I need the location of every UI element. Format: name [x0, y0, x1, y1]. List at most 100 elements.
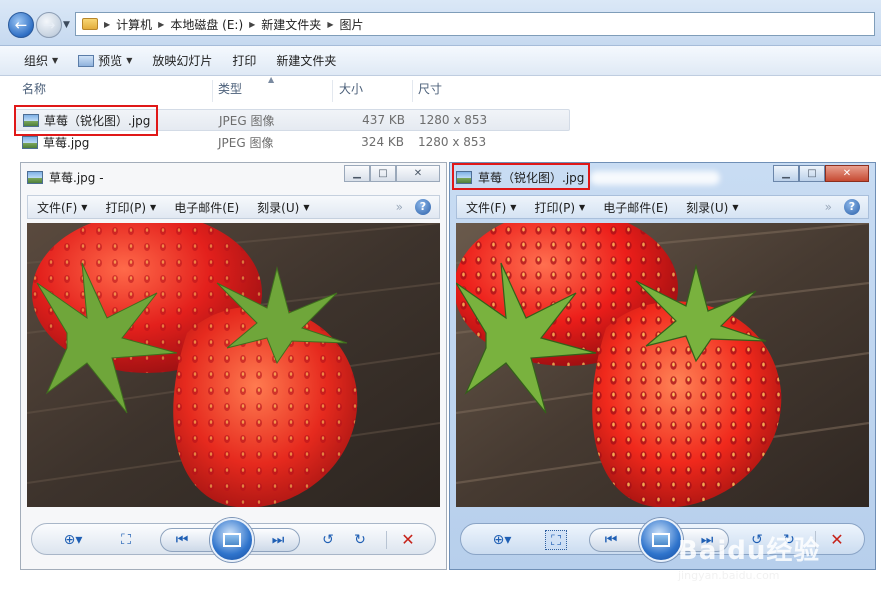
- maximize-button[interactable]: □: [370, 165, 396, 182]
- preview-label: 预览: [98, 54, 123, 68]
- forward-button[interactable]: →: [36, 12, 62, 38]
- divider: [386, 531, 387, 549]
- menu-burn[interactable]: 刻录(U) ▼: [248, 199, 318, 216]
- column-header-size[interactable]: 大小: [339, 80, 363, 100]
- photo-strawberry-sharpened: [456, 223, 869, 507]
- column-divider[interactable]: [332, 80, 333, 102]
- chevron-down-icon: ▼: [150, 202, 157, 212]
- help-icon[interactable]: ?: [844, 199, 860, 215]
- file-size: 437 KB: [362, 113, 405, 127]
- baidu-jingyan-watermark: Baidu经验 jingyan.baidu.com: [678, 530, 868, 600]
- photo-viewer-window-sharpened[interactable]: 草莓（锐化图）.jpg ▁ □ ✕ 文件(F) ▼ 打印(P) ▼ 电子邮件(E) …: [449, 162, 876, 570]
- strawberry-image-sharpened: [456, 223, 869, 507]
- chevron-right-icon[interactable]: ▶: [104, 20, 110, 29]
- highlight-box-window-title: [452, 163, 590, 190]
- breadcrumb-pictures[interactable]: 图片: [339, 16, 363, 33]
- viewer-menu-bar: 文件(F) ▼ 打印(P) ▼ 电子邮件(E) 刻录(U) ▼ » ?: [456, 195, 869, 219]
- command-bar: 组织 ▼ 预览 ▼ 放映幻灯片 打印 新建文件夹: [0, 46, 881, 76]
- menu-email-label: 电子邮件(E): [174, 200, 240, 215]
- new-folder-button[interactable]: 新建文件夹: [266, 49, 346, 73]
- column-divider[interactable]: [412, 80, 413, 102]
- breadcrumb-drive-e[interactable]: 本地磁盘 (E:): [170, 16, 243, 33]
- menu-email[interactable]: 电子邮件(E): [594, 199, 677, 216]
- viewer-menu-bar: 文件(F) ▼ 打印(P) ▼ 电子邮件(E) 刻录(U) ▼ » ?: [27, 195, 440, 219]
- slideshow-button[interactable]: [639, 518, 683, 562]
- menu-email-label: 电子邮件(E): [603, 200, 669, 215]
- photo-viewer-window-original[interactable]: 草莓.jpg - ▁ □ ✕ 文件(F) ▼ 打印(P) ▼ 电子邮件(E) 刻录(…: [20, 162, 447, 570]
- breadcrumb-new-folder[interactable]: 新建文件夹: [261, 16, 321, 33]
- menu-print[interactable]: 打印(P) ▼: [525, 199, 594, 216]
- breadcrumb-computer[interactable]: 计算机: [116, 16, 152, 33]
- highlight-box-selected-file: [14, 105, 158, 136]
- menu-file-label: 文件(F): [37, 200, 78, 215]
- column-header-dimensions[interactable]: 尺寸: [418, 80, 442, 100]
- chevron-down-icon: ▼: [579, 202, 586, 212]
- chevron-down-icon: ▼: [510, 202, 517, 212]
- next-icon[interactable]: ⏭: [268, 530, 288, 550]
- slideshow-label: 放映幻灯片: [152, 54, 213, 68]
- menu-print[interactable]: 打印(P) ▼: [96, 199, 165, 216]
- folder-icon: [82, 18, 98, 30]
- menu-burn[interactable]: 刻录(U) ▼: [677, 199, 747, 216]
- minimize-button[interactable]: ▁: [773, 165, 799, 182]
- fit-window-icon[interactable]: ⛶: [116, 530, 136, 550]
- blurred-title-region: [590, 171, 720, 185]
- slideshow-button[interactable]: 放映幻灯片: [142, 49, 222, 73]
- delete-icon[interactable]: ✕: [398, 530, 418, 550]
- address-box[interactable]: ▶ 计算机 ▶ 本地磁盘 (E:) ▶ 新建文件夹 ▶ 图片: [75, 12, 875, 36]
- more-chevron-icon[interactable]: »: [396, 200, 403, 214]
- menu-file[interactable]: 文件(F) ▼: [457, 199, 525, 216]
- new-folder-label: 新建文件夹: [276, 54, 337, 68]
- preview-button[interactable]: 预览 ▼: [68, 49, 142, 73]
- file-size: 324 KB: [361, 135, 404, 149]
- minimize-button[interactable]: ▁: [344, 165, 370, 182]
- chevron-right-icon[interactable]: ▶: [158, 20, 164, 29]
- window-title: 草莓.jpg -: [27, 169, 104, 186]
- recent-pages-dropdown[interactable]: ▼: [63, 20, 70, 30]
- slideshow-button[interactable]: [210, 518, 254, 562]
- file-name: 草莓.jpg: [43, 135, 90, 150]
- image-file-icon: [22, 135, 38, 149]
- preview-icon: [78, 54, 95, 67]
- file-name-cell: 草莓.jpg: [22, 134, 89, 151]
- more-chevron-icon[interactable]: »: [825, 200, 832, 214]
- viewer-controls: ⊕▾ ⛶ ⏮ ⏭ ↺ ↻ ✕: [31, 518, 436, 562]
- window-controls: ▁ □ ✕: [344, 165, 440, 182]
- address-bar-area: ← → ▼ ▶ 计算机 ▶ 本地磁盘 (E:) ▶ 新建文件夹 ▶ 图片: [0, 0, 881, 46]
- chevron-down-icon: ▼: [81, 202, 88, 212]
- menu-email[interactable]: 电子邮件(E): [165, 199, 248, 216]
- help-icon[interactable]: ?: [415, 199, 431, 215]
- fit-window-icon[interactable]: ⛶: [545, 530, 567, 550]
- menu-file[interactable]: 文件(F) ▼: [28, 199, 96, 216]
- previous-icon[interactable]: ⏮: [172, 530, 192, 550]
- menu-file-label: 文件(F): [466, 200, 507, 215]
- zoom-icon[interactable]: ⊕▾: [58, 530, 88, 550]
- file-type: JPEG 图像: [219, 113, 275, 128]
- rotate-left-icon[interactable]: ↺: [318, 530, 338, 550]
- print-button[interactable]: 打印: [222, 49, 266, 73]
- chevron-right-icon[interactable]: ▶: [327, 20, 333, 29]
- column-divider[interactable]: [212, 80, 213, 102]
- close-button[interactable]: ✕: [396, 165, 440, 182]
- organize-button[interactable]: 组织 ▼: [14, 49, 68, 73]
- rotate-right-icon[interactable]: ↻: [350, 530, 370, 550]
- close-button[interactable]: ✕: [825, 165, 869, 182]
- chevron-right-icon[interactable]: ▶: [249, 20, 255, 29]
- column-header-type[interactable]: 类型: [218, 80, 242, 100]
- file-dimensions: 1280 x 853: [418, 135, 487, 149]
- watermark-brand: Baidu经验: [678, 536, 821, 566]
- window-title-text: 草莓.jpg -: [49, 171, 104, 185]
- zoom-icon[interactable]: ⊕▾: [487, 530, 517, 550]
- menu-burn-label: 刻录(U): [257, 200, 300, 215]
- previous-icon[interactable]: ⏮: [601, 530, 621, 550]
- image-file-icon: [27, 171, 43, 184]
- chevron-down-icon: ▼: [303, 202, 310, 212]
- back-button[interactable]: ←: [8, 12, 34, 38]
- maximize-button[interactable]: □: [799, 165, 825, 182]
- column-header-name[interactable]: 名称: [22, 80, 46, 100]
- strawberry-image: [27, 223, 440, 507]
- chevron-down-icon: ▼: [52, 56, 59, 65]
- menu-print-label: 打印(P): [105, 200, 147, 215]
- slideshow-screen-icon: [223, 533, 241, 547]
- photo-strawberry: [27, 223, 440, 507]
